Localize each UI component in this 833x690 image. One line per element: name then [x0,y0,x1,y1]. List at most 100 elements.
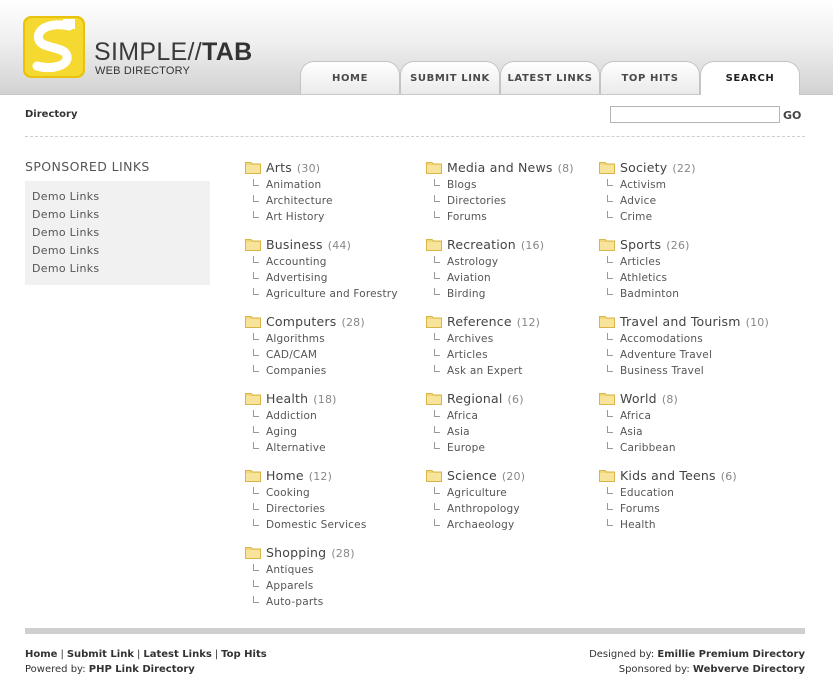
category-link[interactable]: Sports (26) [620,237,690,252]
subcategory-link[interactable]: Blogs [426,177,506,193]
category-link[interactable]: Home (12) [266,468,332,483]
subcategory-link[interactable]: Addiction [245,408,326,424]
subcategory-list: Algorithms CAD/CAM Companies [245,331,326,379]
subcategory-link[interactable]: Africa [426,408,485,424]
subcategory-link[interactable]: Athletics [599,270,679,286]
category-count: (6) [507,393,524,406]
subcategory-link[interactable]: Accounting [245,254,398,270]
category-name: Reference [447,314,512,329]
subcategory-link[interactable]: Animation [245,177,333,193]
subcategory-link[interactable]: Articles [426,347,523,363]
sponsored-link[interactable]: Demo Links [25,188,210,206]
sponsored-title: SPONSORED LINKS [25,159,150,174]
subcategory-link[interactable]: Caribbean [599,440,676,456]
footer-link-latest[interactable]: Latest Links [143,649,211,660]
category-block: Computers (28) Algorithms CAD/CAM Companies [245,314,365,379]
folder-icon [599,470,615,482]
footer-link-submit[interactable]: Submit Link [67,649,134,660]
subcategory-link[interactable]: Algorithms [245,331,326,347]
logo-icon[interactable] [23,16,85,78]
subcategory-link[interactable]: Accomodations [599,331,712,347]
breadcrumb[interactable]: Directory [25,109,77,120]
subcategory-link[interactable]: Art History [245,209,333,225]
subcategory-link[interactable]: Asia [426,424,485,440]
category-block: Health (18) Addiction Aging Alternative [245,391,336,456]
subcategory-link[interactable]: Adventure Travel [599,347,712,363]
category-link[interactable]: Health (18) [266,391,337,406]
subcategory-link[interactable]: Agriculture [426,485,520,501]
subcategory-link[interactable]: Aviation [426,270,498,286]
subcategory-list: Africa Asia Europe [426,408,485,456]
subcategory-link[interactable]: Africa [599,408,676,424]
subcategory-link[interactable]: Ask an Expert [426,363,523,379]
sponsored-by-link[interactable]: Webverve Directory [693,664,805,675]
subcategory-link[interactable]: Business Travel [599,363,712,379]
subcategory-link[interactable]: Agriculture and Forestry [245,286,398,302]
subcategory-link[interactable]: Health [599,517,674,533]
category-link[interactable]: Science (20) [447,468,525,483]
powered-link[interactable]: PHP Link Directory [89,664,195,675]
subcategory-link[interactable]: Aging [245,424,326,440]
sponsored-link[interactable]: Demo Links [25,260,210,278]
subcategory-link[interactable]: Apparels [245,578,323,594]
category-link[interactable]: Regional (6) [447,391,524,406]
category-link[interactable]: Society (22) [620,160,696,175]
subcategory-link[interactable]: Forums [426,209,506,225]
subcategory-link[interactable]: Directories [245,501,367,517]
designed-link[interactable]: Emillie Premium Directory [657,649,805,660]
tab-latest-links[interactable]: LATEST LINKS [500,61,600,94]
subcategory-link[interactable]: Articles [599,254,679,270]
subcategory-link[interactable]: Asia [599,424,676,440]
footer-link-home[interactable]: Home [25,649,57,660]
category-link[interactable]: Shopping (28) [266,545,355,560]
subcategory-link[interactable]: Cooking [245,485,367,501]
subcategory-link[interactable]: Auto-parts [245,594,323,610]
tab-submit-link[interactable]: SUBMIT LINK [400,61,500,94]
category-link[interactable]: Recreation (16) [447,237,544,252]
category-count: (26) [666,239,690,252]
tab-home[interactable]: HOME [300,61,400,94]
category-link[interactable]: Kids and Teens (6) [620,468,737,483]
category-link[interactable]: Reference (12) [447,314,540,329]
category-link[interactable]: Business (44) [266,237,351,252]
subcategory-link[interactable]: Advice [599,193,666,209]
category-count: (44) [327,239,352,252]
subcategory-link[interactable]: Directories [426,193,506,209]
subcategory-link[interactable]: Domestic Services [245,517,367,533]
tab-search[interactable]: SEARCH [700,61,800,95]
subcategory-link[interactable]: Forums [599,501,674,517]
subcategory-link[interactable]: Architecture [245,193,333,209]
site-header: SIMPLE//TAB WEB DIRECTORY HOME SUBMIT LI… [0,0,833,95]
search-input[interactable] [610,106,780,123]
category-count: (8) [557,162,574,175]
subcategory-link[interactable]: Alternative [245,440,326,456]
category-header: Kids and Teens (6) [599,468,737,486]
folder-icon [245,239,261,251]
subcategory-link[interactable]: Badminton [599,286,679,302]
sponsored-link[interactable]: Demo Links [25,224,210,242]
sponsored-link[interactable]: Demo Links [25,242,210,260]
subcategory-link[interactable]: Birding [426,286,498,302]
subcategory-link[interactable]: Companies [245,363,326,379]
subcategory-link[interactable]: Europe [426,440,485,456]
category-link[interactable]: Computers (28) [266,314,365,329]
subcategory-link[interactable]: Astrology [426,254,498,270]
category-link[interactable]: World (8) [620,391,678,406]
category-link[interactable]: Media and News (8) [447,160,574,175]
subcategory-link[interactable]: Archives [426,331,523,347]
subcategory-link[interactable]: Activism [599,177,666,193]
subcategory-link[interactable]: Advertising [245,270,398,286]
category-link[interactable]: Arts (30) [266,160,320,175]
subcategory-link[interactable]: Education [599,485,674,501]
subcategory-link[interactable]: Anthropology [426,501,520,517]
sponsored-link[interactable]: Demo Links [25,206,210,224]
subcategory-link[interactable]: Crime [599,209,666,225]
subcategory-link[interactable]: Antiques [245,562,323,578]
subcategory-link[interactable]: CAD/CAM [245,347,326,363]
footer-link-top-hits[interactable]: Top Hits [221,649,267,660]
tab-top-hits[interactable]: TOP HITS [600,61,700,94]
subcategory-link[interactable]: Archaeology [426,517,520,533]
category-link[interactable]: Travel and Tourism (10) [620,314,769,329]
category-count: (28) [341,316,365,329]
go-button[interactable]: GO [783,106,807,124]
